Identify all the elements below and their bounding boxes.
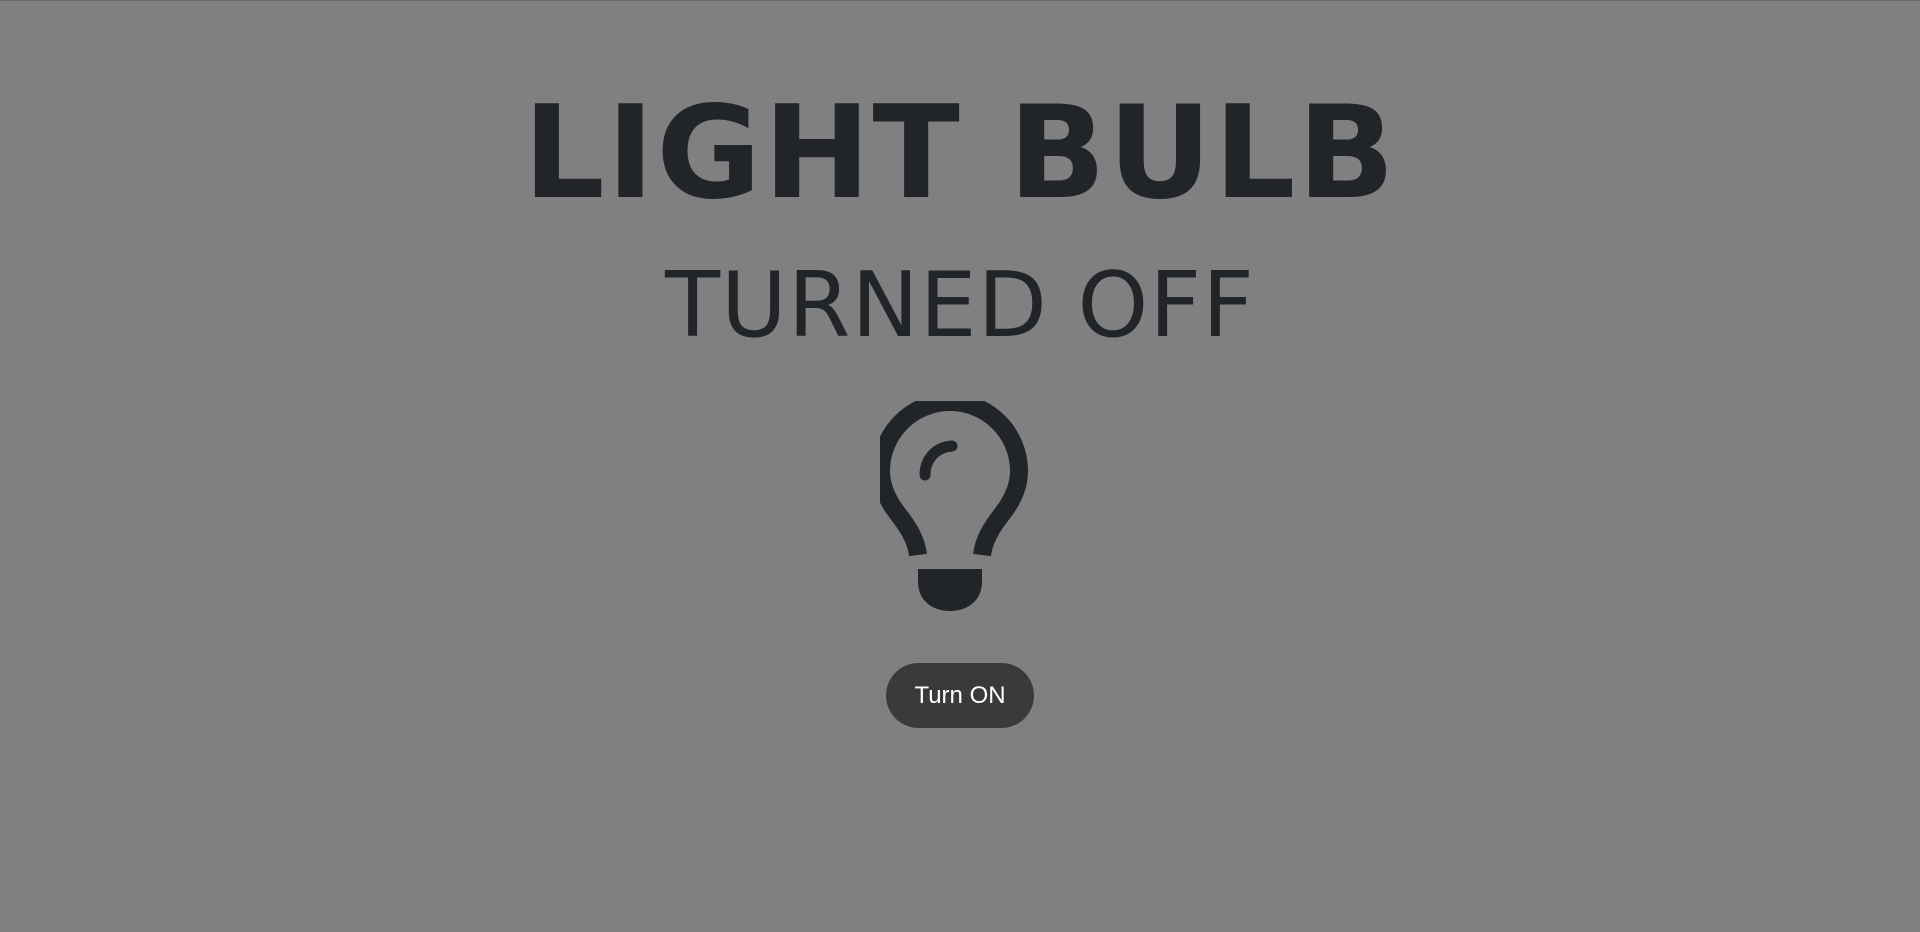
light-bulb-app: LIGHT BULB TURNED OFF Turn ON	[0, 1, 1920, 932]
bulb-status-text: TURNED OFF	[665, 253, 1255, 358]
turn-on-button[interactable]: Turn ON	[886, 663, 1034, 728]
page-title: LIGHT BULB	[523, 79, 1397, 228]
lightbulb-icon	[880, 401, 1028, 611]
